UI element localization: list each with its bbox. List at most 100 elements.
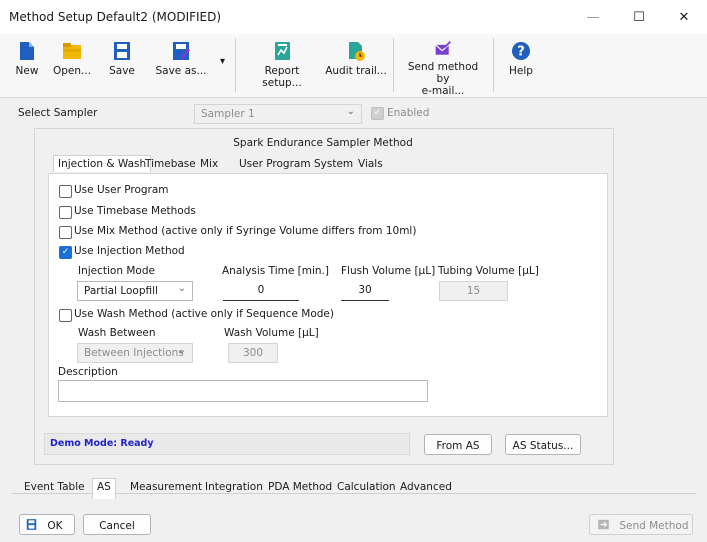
cancel-button[interactable]: Cancel (83, 514, 151, 535)
help-button[interactable]: ? Help (503, 34, 539, 97)
email-send-icon (435, 40, 452, 55)
save-as-label: Save as... (155, 65, 207, 77)
description-input[interactable] (58, 380, 428, 402)
status-text: Demo Mode: Ready (50, 438, 154, 449)
wash-volume-label: Wash Volume [µL] (224, 327, 319, 339)
close-button[interactable]: ✕ (661, 0, 707, 34)
tab-injection-wash[interactable]: Injection & Wash (53, 155, 152, 172)
use-injection-method-label: Use Injection Method (74, 245, 185, 257)
sampler-select[interactable]: Sampler 1 ⌄ (194, 104, 362, 124)
analysis-time-label: Analysis Time [min.] (222, 265, 329, 277)
as-status-button[interactable]: AS Status... (505, 434, 581, 455)
flush-volume-label: Flush Volume [µL] (341, 265, 436, 277)
status-bar: Demo Mode: Ready (44, 433, 410, 455)
new-file-icon (20, 42, 34, 60)
toolbar-separator (393, 38, 394, 92)
title-bar: Method Setup Default2 (MODIFIED) — ☐ ✕ (0, 0, 707, 34)
tab-system[interactable]: System (310, 156, 357, 172)
svg-text:?: ? (517, 45, 525, 60)
send-method-email-button[interactable]: Send method by e-mail... (402, 34, 484, 97)
tab-timebase[interactable]: Timebase (141, 156, 200, 172)
send-method-button[interactable]: Send Method (589, 514, 693, 535)
audit-trail-icon (349, 42, 365, 61)
save-as-icon (173, 42, 190, 60)
save-as-dropdown-icon[interactable]: ▾ (220, 56, 225, 67)
save-icon (114, 42, 130, 60)
maximize-icon: ☐ (633, 9, 645, 25)
tab-user-program[interactable]: User Program (235, 156, 315, 172)
flush-volume-input[interactable]: 30 (341, 281, 389, 301)
use-user-program-checkbox[interactable] (59, 185, 72, 198)
use-mix-method-label: Use Mix Method (active only if Syringe V… (74, 225, 417, 237)
tab-advanced[interactable]: Advanced (396, 479, 456, 495)
wash-between-label: Wash Between (78, 327, 156, 339)
use-wash-method-checkbox[interactable] (59, 309, 72, 322)
send-method-line2: e-mail... (421, 85, 465, 97)
toolbar-separator (493, 38, 494, 92)
enabled-checkbox[interactable]: ✓ (371, 107, 384, 120)
report-setup-icon (275, 42, 290, 60)
use-user-program-label: Use User Program (74, 184, 169, 196)
help-icon: ? (512, 42, 530, 60)
tab-vials[interactable]: Vials (354, 156, 387, 172)
from-as-button[interactable]: From AS (424, 434, 492, 455)
wash-between-value: Between Injections (84, 347, 184, 359)
tab-event-table[interactable]: Event Table (20, 479, 89, 495)
injection-mode-select[interactable]: Partial Loopfill ⌄ (77, 281, 193, 301)
audit-trail-button[interactable]: Audit trail... (324, 34, 388, 97)
save-button[interactable]: Save (104, 34, 140, 97)
toolbar: New Open... Save Save as... ▾ Report set… (0, 34, 707, 98)
tubing-volume-label: Tubing Volume [µL] (438, 265, 539, 277)
tab-measurement[interactable]: Measurement (126, 479, 206, 495)
injection-mode-value: Partial Loopfill (84, 285, 158, 297)
tubing-volume-input[interactable]: 15 (439, 281, 508, 301)
chevron-down-icon: ⌄ (177, 345, 186, 356)
select-sampler-label: Select Sampler (18, 107, 98, 119)
enabled-label: Enabled (387, 107, 430, 119)
ok-label: OK (47, 520, 63, 532)
new-label: New (15, 65, 39, 77)
maximize-button[interactable]: ☐ (616, 0, 662, 34)
panel-title: Spark Endurance Sampler Method (233, 137, 413, 149)
open-button[interactable]: Open... (52, 34, 92, 97)
use-timebase-methods-label: Use Timebase Methods (74, 205, 196, 217)
sampler-selected-value: Sampler 1 (201, 108, 255, 120)
ok-button[interactable]: OK (19, 514, 75, 535)
tab-integration[interactable]: Integration (201, 479, 267, 495)
save-icon (26, 519, 37, 530)
new-button[interactable]: New (12, 34, 42, 97)
report-setup-label: Report setup... (262, 65, 302, 89)
send-method-email-label: Send method by e-mail... (402, 61, 484, 97)
toolbar-separator (235, 38, 236, 92)
use-mix-method-checkbox[interactable] (59, 226, 72, 239)
tab-mix[interactable]: Mix (196, 156, 222, 172)
minimize-icon: — (586, 9, 600, 25)
method-setup-window: Method Setup Default2 (MODIFIED) — ☐ ✕ N… (0, 0, 707, 542)
injection-mode-label: Injection Mode (78, 265, 155, 277)
use-injection-method-checkbox[interactable]: ✓ (59, 246, 72, 259)
open-folder-icon (63, 43, 81, 59)
description-label: Description (58, 366, 118, 378)
send-icon (598, 519, 609, 530)
open-label: Open... (52, 65, 92, 77)
wash-between-select[interactable]: Between Injections ⌄ (77, 343, 193, 363)
save-label: Save (109, 65, 135, 77)
tab-pda-method[interactable]: PDA Method (264, 479, 336, 495)
tab-as[interactable]: AS (92, 478, 116, 499)
send-method-line1: Send method by (407, 61, 479, 85)
analysis-time-input[interactable]: 0 (223, 281, 299, 301)
close-icon: ✕ (678, 9, 690, 25)
help-label: Help (509, 65, 533, 77)
use-wash-method-label: Use Wash Method (active only if Sequence… (74, 308, 334, 320)
audit-trail-label: Audit trail... (325, 65, 387, 77)
send-method-label: Send Method (619, 520, 689, 532)
use-timebase-methods-checkbox[interactable] (59, 206, 72, 219)
window-title: Method Setup Default2 (MODIFIED) (9, 10, 222, 24)
save-as-button[interactable]: Save as... (150, 34, 212, 97)
chevron-down-icon: ⌄ (177, 283, 186, 294)
chevron-down-icon: ⌄ (346, 106, 355, 117)
tab-calculation[interactable]: Calculation (333, 479, 400, 495)
report-setup-button[interactable]: Report setup... (246, 34, 318, 97)
minimize-button[interactable]: — (570, 0, 616, 34)
wash-volume-input[interactable]: 300 (228, 343, 278, 363)
